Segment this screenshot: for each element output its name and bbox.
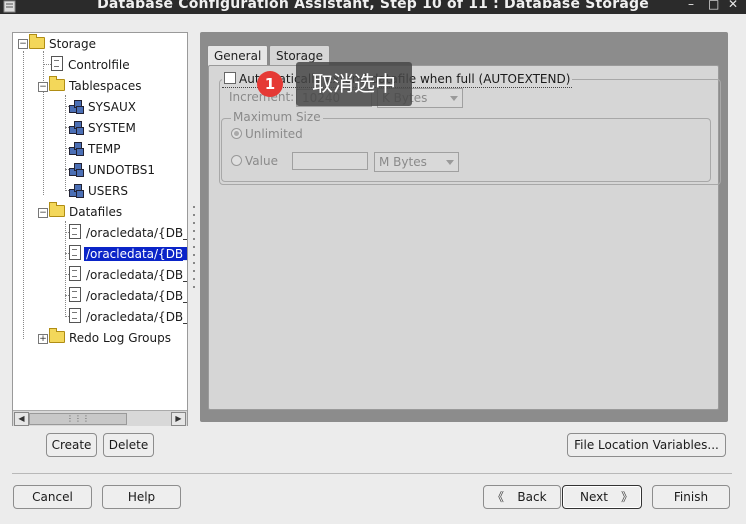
window-title: Database Configuration Assistant, Step 1…: [97, 0, 649, 12]
tree-node-tablespaces[interactable]: Tablespaces: [49, 76, 144, 95]
tablespace-icon: [69, 163, 84, 177]
tree-node-tablespace[interactable]: SYSTEM: [69, 119, 138, 137]
tree-node-datafile[interactable]: /oracledata/{DB_: [69, 287, 187, 305]
chevron-down-icon: [450, 96, 458, 101]
datafile-icon: [69, 245, 81, 260]
unlimited-radio[interactable]: Unlimited: [231, 127, 303, 141]
next-button[interactable]: Next 》: [562, 485, 642, 509]
collapse-tablespaces-toggle[interactable]: −: [38, 82, 48, 92]
maximize-button[interactable]: □: [708, 0, 719, 11]
close-button[interactable]: ✕: [728, 0, 738, 11]
back-arrow-icon: 《: [492, 490, 505, 504]
radio-icon: [231, 128, 242, 139]
tree-node-tablespace[interactable]: TEMP: [69, 140, 123, 158]
finish-button[interactable]: Finish: [652, 485, 730, 509]
storage-tree[interactable]: − Storage Controlfile − Tablespaces SYSA…: [12, 32, 188, 426]
radio-icon: [231, 155, 242, 166]
unlimited-label: Unlimited: [245, 127, 303, 141]
datafile-icon: [69, 266, 81, 281]
expand-redo-toggle[interactable]: +: [38, 334, 48, 344]
chevron-down-icon: [446, 160, 454, 165]
tree-node-datafile[interactable]: /oracledata/{DB_: [69, 266, 187, 284]
scroll-thumb[interactable]: ⋮⋮⋮: [29, 413, 127, 425]
datafile-icon: [69, 308, 81, 323]
tablespace-icon: [69, 142, 84, 156]
folder-icon: [49, 202, 65, 217]
divider: [12, 473, 732, 474]
tab-general[interactable]: General: [207, 45, 269, 66]
next-label: Next: [580, 490, 608, 504]
datafile-icon: [69, 287, 81, 302]
back-button[interactable]: 《 Back: [483, 485, 561, 509]
tablespace-icon: [69, 121, 84, 135]
instruction-tooltip: 取消选中: [296, 62, 412, 106]
title-bar: Database Configuration Assistant, Step 1…: [0, 0, 746, 14]
scroll-right-icon[interactable]: ▶: [171, 412, 186, 426]
max-size-unit-select[interactable]: M Bytes: [374, 152, 459, 172]
create-button[interactable]: Create: [46, 433, 97, 457]
max-size-value-field[interactable]: [292, 152, 368, 170]
tree-node-tablespace[interactable]: SYSAUX: [69, 98, 138, 116]
maximum-size-title: Maximum Size: [231, 110, 323, 124]
tree-node-datafile[interactable]: /oracledata/{DB_: [69, 308, 187, 326]
tree-node-datafiles[interactable]: Datafiles: [49, 202, 124, 221]
folder-icon: [29, 34, 45, 49]
cancel-button[interactable]: Cancel: [13, 485, 92, 509]
tree-node-datafile[interactable]: /oracledata/{DB_: [69, 224, 187, 242]
delete-button[interactable]: Delete: [103, 433, 154, 457]
value-label: Value: [245, 154, 278, 168]
tablespace-icon: [69, 100, 84, 114]
tree-node-tablespace[interactable]: UNDOTBS1: [69, 161, 157, 179]
tablespace-icon: [69, 184, 84, 198]
tree-node-controlfile[interactable]: Controlfile: [51, 56, 132, 74]
tree-horizontal-scrollbar[interactable]: ◀ ⋮⋮⋮ ▶: [13, 410, 187, 426]
value-radio[interactable]: Value: [231, 154, 278, 168]
step-badge: 1: [257, 71, 283, 97]
help-button[interactable]: Help: [102, 485, 181, 509]
collapse-datafiles-toggle[interactable]: −: [38, 208, 48, 218]
scroll-left-icon[interactable]: ◀: [14, 412, 29, 426]
next-arrow-icon: 》: [620, 490, 633, 504]
tree-node-redo-log-groups[interactable]: Redo Log Groups: [49, 328, 173, 347]
file-location-variables-button[interactable]: File Location Variables...: [567, 433, 726, 457]
folder-icon: [49, 328, 65, 343]
max-size-unit-value: M Bytes: [379, 155, 427, 169]
datafile-icon: [69, 224, 81, 239]
checkbox-icon: [224, 72, 236, 84]
tree-node-tablespace[interactable]: USERS: [69, 182, 130, 200]
tree-node-datafile-selected[interactable]: /oracledata/{DB_: [69, 245, 187, 263]
minimize-button[interactable]: –: [688, 0, 694, 11]
controlfile-icon: [51, 56, 63, 71]
tree-node-storage[interactable]: Storage: [29, 34, 98, 53]
collapse-storage-toggle[interactable]: −: [18, 39, 28, 49]
folder-icon: [49, 76, 65, 91]
back-label: Back: [517, 490, 547, 504]
